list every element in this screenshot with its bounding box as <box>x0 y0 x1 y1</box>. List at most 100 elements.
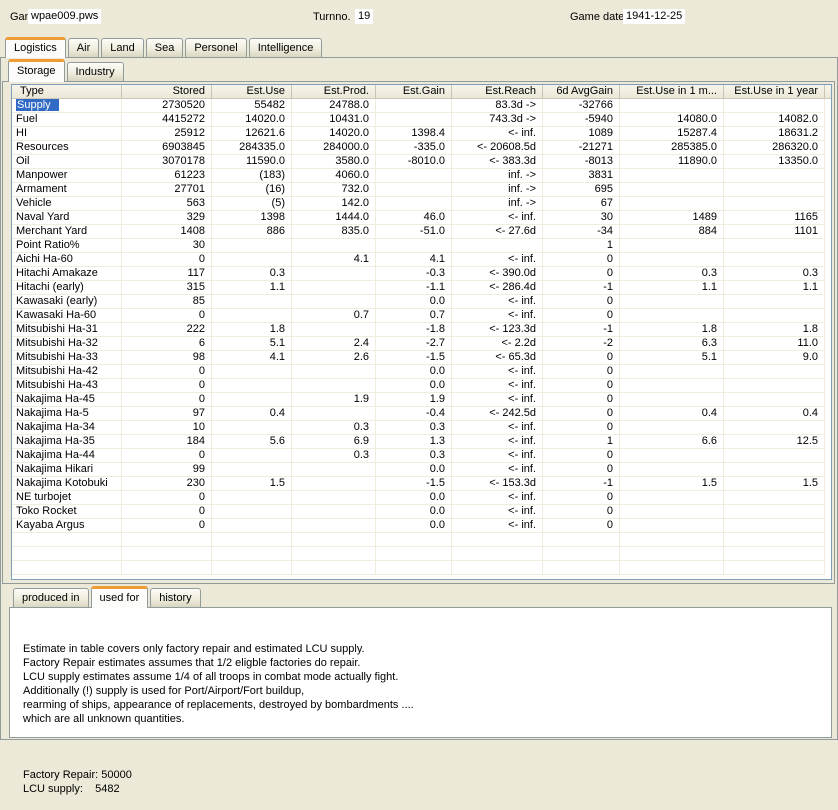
table-cell[interactable]: <- inf. <box>452 435 543 449</box>
table-cell[interactable]: 14020.0 <box>212 113 292 127</box>
table-cell[interactable]: 0 <box>543 421 620 435</box>
table-cell[interactable]: 1398 <box>212 211 292 225</box>
table-cell[interactable]: Hitachi (early) <box>12 281 122 295</box>
table-cell[interactable]: <- inf. <box>452 365 543 379</box>
table-row[interactable]: Hitachi Amakaze 117 0.3 -0.3 <- 390.0d 0 0.3 0.… <box>12 267 831 281</box>
table-cell[interactable]: 1.5 <box>212 477 292 491</box>
table-cell[interactable]: Naval Yard <box>12 211 122 225</box>
table-cell[interactable]: 3070178 <box>122 155 212 169</box>
table-cell[interactable]: Fuel <box>12 113 122 127</box>
table-cell[interactable]: 14020.0 <box>292 127 376 141</box>
table-cell[interactable]: Toko Rocket <box>12 505 122 519</box>
table-cell[interactable]: NE turbojet <box>12 491 122 505</box>
table-cell[interactable] <box>724 393 825 407</box>
table-cell[interactable]: 0.0 <box>376 519 452 533</box>
table-cell[interactable]: 284000.0 <box>292 141 376 155</box>
table-row[interactable]: Nakajima Ha-34 10 0.3 0.3 <- inf. 0 <box>12 421 831 435</box>
table-row[interactable]: NE turbojet 0 0.0 <- inf. 0 <box>12 491 831 505</box>
table-cell[interactable]: <- inf. <box>452 211 543 225</box>
table-row[interactable]: Mitsubishi Ha-42 0 0.0 <- inf. 0 <box>12 365 831 379</box>
table-cell[interactable]: 0 <box>543 295 620 309</box>
table-cell[interactable]: 4.1 <box>292 253 376 267</box>
table-row[interactable]: Armament 27701 (16) 732.0 inf. -> 695 <box>12 183 831 197</box>
table-cell[interactable] <box>620 239 724 253</box>
column-header-6d-avggain[interactable]: 6d AvgGain <box>543 85 620 98</box>
table-cell[interactable]: <- inf. <box>452 379 543 393</box>
table-cell[interactable]: <- inf. <box>452 505 543 519</box>
table-row[interactable]: Nakajima Ha-5 97 0.4 -0.4 <- 242.5d 0 0.4 0.4 <box>12 407 831 421</box>
table-cell[interactable] <box>376 239 452 253</box>
table-cell[interactable]: Nakajima Ha-35 <box>12 435 122 449</box>
table-cell[interactable] <box>620 295 724 309</box>
table-cell[interactable]: 11890.0 <box>620 155 724 169</box>
table-cell[interactable]: <- inf. <box>452 491 543 505</box>
table-cell[interactable]: 222 <box>122 323 212 337</box>
table-cell[interactable]: Mitsubishi Ha-33 <box>12 351 122 365</box>
table-cell[interactable]: 1.1 <box>724 281 825 295</box>
table-cell[interactable] <box>292 505 376 519</box>
table-cell[interactable]: Mitsubishi Ha-32 <box>12 337 122 351</box>
table-cell[interactable]: 99 <box>122 463 212 477</box>
column-header-est-use[interactable]: Est.Use <box>212 85 292 98</box>
table-cell[interactable] <box>292 267 376 281</box>
table-cell[interactable]: -5940 <box>543 113 620 127</box>
table-cell[interactable]: <- inf. <box>452 393 543 407</box>
table-cell[interactable]: Nakajima Ha-5 <box>12 407 122 421</box>
table-cell[interactable] <box>620 169 724 183</box>
table-cell[interactable]: 55482 <box>212 99 292 113</box>
table-cell[interactable] <box>620 183 724 197</box>
table-cell[interactable]: 4060.0 <box>292 169 376 183</box>
table-cell[interactable]: 285385.0 <box>620 141 724 155</box>
table-cell[interactable]: 886 <box>212 225 292 239</box>
table-cell[interactable] <box>724 491 825 505</box>
table-cell[interactable]: 0.0 <box>376 505 452 519</box>
table-cell[interactable]: 0.4 <box>620 407 724 421</box>
table-cell[interactable] <box>376 169 452 183</box>
table-cell[interactable] <box>620 491 724 505</box>
table-cell[interactable]: 6 <box>122 337 212 351</box>
table-cell[interactable]: 117 <box>122 267 212 281</box>
table-cell[interactable] <box>724 421 825 435</box>
table-cell[interactable]: 1089 <box>543 127 620 141</box>
table-row[interactable]: Resources 6903845 284335.0 284000.0 -335.0 <-… <box>12 141 831 155</box>
table-cell[interactable]: 0 <box>122 393 212 407</box>
table-cell[interactable]: 0 <box>543 365 620 379</box>
table-cell[interactable] <box>620 253 724 267</box>
tab-air[interactable]: Air <box>67 38 100 57</box>
table-cell[interactable]: 184 <box>122 435 212 449</box>
table-cell[interactable]: -34 <box>543 225 620 239</box>
table-row[interactable]: Oil 3070178 11590.0 3580.0 -8010.0 <- 383.3d -… <box>12 155 831 169</box>
table-cell[interactable] <box>620 197 724 211</box>
table-cell[interactable]: 0.7 <box>376 309 452 323</box>
table-cell[interactable]: 0 <box>543 505 620 519</box>
table-cell[interactable]: -1.5 <box>376 351 452 365</box>
table-cell[interactable]: <- 27.6d <box>452 225 543 239</box>
table-cell[interactable]: <- inf. <box>452 463 543 477</box>
table-row[interactable]: Nakajima Ha-35 184 5.6 6.9 1.3 <- inf. 1 6.6 12.… <box>12 435 831 449</box>
table-cell[interactable]: 1398.4 <box>376 127 452 141</box>
table-cell[interactable]: 1.1 <box>212 281 292 295</box>
tab-sea[interactable]: Sea <box>145 38 184 57</box>
table-cell[interactable]: 1.1 <box>620 281 724 295</box>
table-cell[interactable] <box>724 519 825 533</box>
table-cell[interactable]: <- inf. <box>452 295 543 309</box>
column-header-est-use-in-1-m[interactable]: Est.Use in 1 m... <box>620 85 724 98</box>
table-cell[interactable] <box>292 407 376 421</box>
table-cell[interactable]: Vehicle <box>12 197 122 211</box>
table-cell[interactable]: Manpower <box>12 169 122 183</box>
table-row[interactable]: Mitsubishi Ha-32 6 5.1 2.4 -2.7 <- 2.2d -2 6.3 1… <box>12 337 831 351</box>
table-cell[interactable] <box>724 183 825 197</box>
column-header-type[interactable]: Type <box>12 85 122 98</box>
table-cell[interactable]: 11.0 <box>724 337 825 351</box>
table-cell[interactable] <box>292 463 376 477</box>
table-cell[interactable]: 0.3 <box>292 449 376 463</box>
table-cell[interactable]: 0 <box>122 519 212 533</box>
table-cell[interactable]: 83.3d -> <box>452 99 543 113</box>
table-cell[interactable]: Mitsubishi Ha-31 <box>12 323 122 337</box>
table-cell[interactable]: 14082.0 <box>724 113 825 127</box>
table-cell[interactable]: 0.0 <box>376 365 452 379</box>
table-row[interactable]: Nakajima Ha-44 0 0.3 0.3 <- inf. 0 <box>12 449 831 463</box>
table-row[interactable]: HI 25912 12621.6 14020.0 1398.4 <- inf. 1089 15… <box>12 127 831 141</box>
tab-history[interactable]: history <box>150 588 201 607</box>
table-cell[interactable]: 0 <box>543 253 620 267</box>
